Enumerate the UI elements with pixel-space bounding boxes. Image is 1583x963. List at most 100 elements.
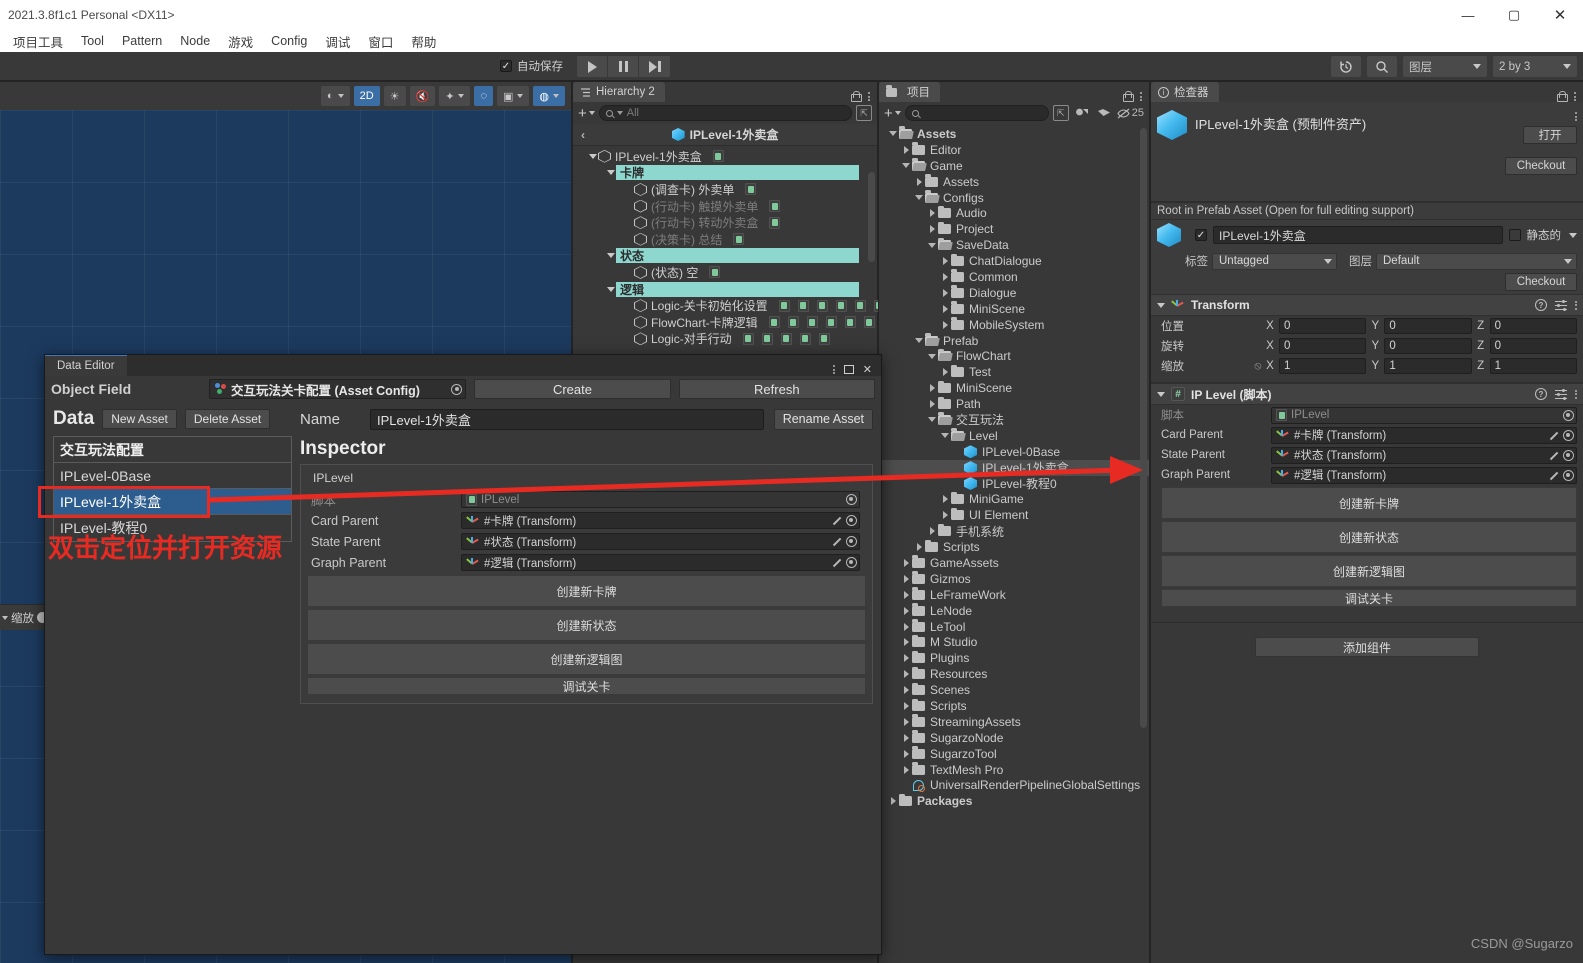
close-button[interactable]: ✕ (1537, 0, 1583, 30)
project-row[interactable]: SugarzoNode (879, 730, 1149, 746)
kebab-menu-icon[interactable] (1575, 389, 1577, 399)
transform-input-x[interactable]: 1 (1279, 358, 1367, 374)
project-search-input[interactable] (904, 105, 1049, 121)
create-button[interactable]: Create (474, 379, 671, 399)
transform-input-x[interactable]: 0 (1279, 318, 1367, 334)
hierarchy-row[interactable]: └ 逻辑 (573, 281, 877, 298)
foldout-arrow-icon[interactable] (926, 400, 938, 409)
hierarchy-row[interactable]: ├ Logic-关卡初始化设置 (573, 297, 885, 314)
menu-item-8[interactable]: 帮助 (402, 30, 445, 53)
preset-icon[interactable] (1555, 388, 1567, 400)
project-row[interactable]: IPLevel-教程0 (879, 476, 1149, 492)
object-picker-icon[interactable] (1563, 469, 1574, 481)
foldout-arrow-icon[interactable] (900, 686, 912, 695)
tab-hierarchy[interactable]: Hierarchy 2 (573, 82, 665, 102)
menu-item-3[interactable]: Node (171, 32, 219, 50)
foldout-arrow-icon[interactable] (900, 558, 912, 567)
foldout-arrow-icon[interactable] (900, 163, 912, 169)
object-picker-icon[interactable] (846, 536, 857, 547)
foldout-arrow-icon[interactable] (913, 177, 925, 186)
foldout-arrow-icon[interactable] (926, 417, 938, 423)
edit-pencil-icon[interactable] (1548, 450, 1559, 461)
layer-dropdown[interactable]: Default (1376, 252, 1577, 270)
project-row[interactable]: Project (879, 221, 1149, 237)
foldout-arrow-icon[interactable] (926, 353, 938, 359)
close-icon[interactable]: ✕ (863, 363, 872, 376)
foldout-arrow-icon[interactable] (900, 717, 912, 726)
foldout-arrow-icon[interactable] (913, 338, 925, 344)
object-picker-icon[interactable] (1563, 409, 1574, 421)
play-button[interactable] (577, 56, 608, 77)
foldout-arrow-icon[interactable] (939, 511, 951, 520)
transform-input-y[interactable]: 1 (1384, 358, 1472, 374)
object-field[interactable]: #状态 (Transform) (461, 533, 860, 550)
action-button[interactable]: 创建新卡牌 (307, 575, 866, 607)
project-row[interactable]: SaveData (879, 237, 1149, 253)
project-row[interactable]: SugarzoTool (879, 746, 1149, 762)
foldout-arrow-icon[interactable] (939, 320, 951, 329)
object-picker-icon[interactable] (846, 494, 857, 505)
project-row[interactable]: MiniGame (879, 491, 1149, 507)
search-icon[interactable] (1367, 56, 1397, 77)
checkout-button-top[interactable]: Checkout (1505, 157, 1577, 175)
edit-pencil-icon[interactable] (1548, 470, 1559, 481)
component-header-iplevel[interactable]: # IP Level (脚本) ? (1151, 383, 1583, 405)
hierarchy-row[interactable]: ├ FlowChart-卡牌逻辑 (573, 314, 894, 331)
gizmos-toggle[interactable]: ◍ (533, 86, 565, 106)
project-row[interactable]: MiniScene (879, 380, 1149, 396)
object-field[interactable]: #状态 (Transform) (1271, 446, 1577, 464)
tag-dropdown[interactable]: Untagged (1212, 252, 1337, 270)
kebab-menu-icon[interactable] (1140, 92, 1142, 101)
hidden-objects-toggle[interactable]: ◌ (474, 86, 493, 106)
project-row[interactable]: Common (879, 269, 1149, 285)
project-row[interactable]: Packages (879, 793, 1149, 809)
hierarchy-row[interactable]: │ ├ (调查卡) 外卖单 (573, 181, 877, 198)
foldout-arrow-icon[interactable] (900, 670, 912, 679)
foldout-arrow-icon[interactable] (900, 145, 912, 154)
edit-pencil-icon[interactable] (831, 536, 842, 547)
foldout-arrow-icon[interactable] (926, 209, 938, 218)
project-row[interactable]: StreamingAssets (879, 714, 1149, 730)
lock-icon[interactable] (851, 91, 862, 102)
open-in-new-window-icon[interactable]: ⇱ (1052, 105, 1069, 121)
project-row[interactable]: Configs (879, 190, 1149, 206)
rename-asset-button[interactable]: Rename Asset (773, 408, 873, 430)
back-arrow-icon[interactable]: ‹ (581, 128, 585, 142)
foldout-arrow-icon[interactable] (926, 242, 938, 248)
hierarchy-row[interactable]: │ └ (决策卡) 总结 (573, 231, 877, 248)
project-row[interactable]: 手机系统 (879, 523, 1149, 539)
step-button[interactable] (639, 56, 670, 77)
project-row[interactable]: Assets (879, 126, 1149, 142)
data-editor-debug-button[interactable]: 调试关卡 (307, 677, 866, 695)
hierarchy-search-input[interactable]: All (598, 105, 852, 121)
edit-pencil-icon[interactable] (1548, 430, 1559, 441)
lighting-toggle[interactable]: ☀ (383, 86, 406, 106)
open-in-new-window-icon[interactable]: ⇱ (856, 105, 872, 121)
kebab-menu-icon[interactable] (1575, 300, 1577, 310)
pause-button[interactable] (608, 56, 639, 77)
object-picker-icon[interactable] (1563, 429, 1574, 441)
component-header-transform[interactable]: Transform ? (1151, 294, 1583, 316)
kebab-menu-icon[interactable] (1574, 92, 1576, 101)
foldout-arrow-icon[interactable] (913, 543, 925, 552)
kebab-menu-icon[interactable] (832, 365, 835, 374)
action-button[interactable]: 创建新逻辑图 (1161, 555, 1577, 587)
project-row[interactable]: M Studio (879, 634, 1149, 651)
data-editor-list-item[interactable]: IPLevel-0Base (54, 463, 291, 489)
action-button[interactable]: 创建新状态 (1161, 521, 1577, 553)
project-row[interactable]: Prefab (879, 333, 1149, 349)
open-prefab-button[interactable]: 打开 (1523, 126, 1577, 144)
edit-pencil-icon[interactable] (831, 557, 842, 568)
hierarchy-row[interactable]: ├ 卡牌 (573, 165, 877, 182)
foldout-arrow-icon[interactable] (900, 749, 912, 758)
foldout-arrow-icon[interactable] (605, 286, 616, 292)
project-row[interactable]: Scripts (879, 539, 1149, 555)
shading-mode[interactable]: ◐ (320, 86, 350, 106)
project-row[interactable]: Assets (879, 174, 1149, 190)
add-gameobject-button[interactable]: + (578, 105, 595, 122)
menu-item-5[interactable]: Config (262, 32, 316, 50)
object-picker-icon[interactable] (1563, 449, 1574, 461)
layers-dropdown[interactable]: 图层 (1403, 56, 1487, 77)
data-editor-list-item[interactable]: IPLevel-1外卖盒 (54, 489, 291, 515)
add-component-button[interactable]: 添加组件 (1255, 637, 1479, 657)
